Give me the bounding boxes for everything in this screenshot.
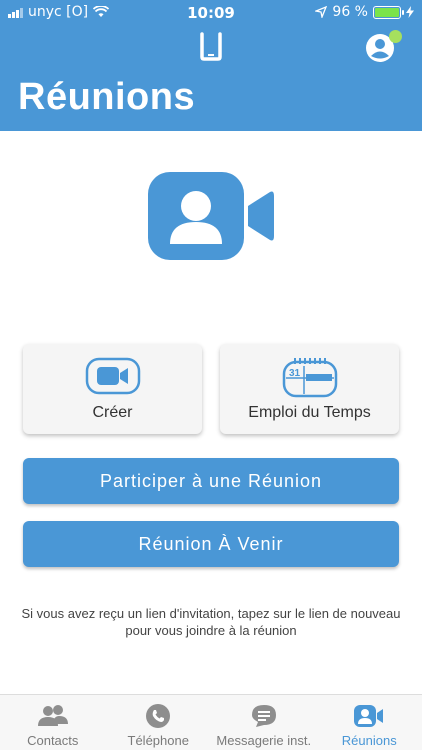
video-meeting-illustration-icon [148, 172, 274, 260]
tab-label: Téléphone [127, 733, 189, 748]
profile-button[interactable] [364, 30, 402, 64]
meeting-icon [354, 705, 384, 727]
tab-bar: Contacts Téléphone Messagerie inst. Réun… [0, 694, 422, 750]
tab-messaging[interactable]: Messagerie inst. [211, 695, 317, 750]
online-status-dot [389, 30, 402, 43]
video-camera-icon [85, 357, 140, 395]
tab-label: Messagerie inst. [216, 733, 312, 748]
page-title: Réunions [18, 76, 196, 118]
join-meeting-button[interactable]: Participer à une Réunion [23, 458, 399, 504]
header-bar: unyc [O] 10:09 96 % Réunions [0, 0, 422, 131]
upcoming-meeting-button[interactable]: Réunion À Venir [23, 521, 399, 567]
battery-icon [373, 5, 404, 19]
tab-telephone[interactable]: Téléphone [106, 695, 212, 750]
app-logo-icon [200, 32, 222, 61]
contacts-icon [37, 705, 68, 726]
schedule-label: Emploi du Temps [248, 404, 371, 421]
calendar-day-number: 31 [289, 368, 301, 379]
invitation-hint: Si vous avez reçu un lien d'invitation, … [21, 606, 401, 638]
tab-contacts[interactable]: Contacts [0, 695, 106, 750]
battery-percent: 96 % [332, 4, 368, 20]
calendar-icon: 31 [282, 358, 337, 398]
tab-label: Réunions [341, 733, 397, 748]
create-meeting-card[interactable]: Créer [23, 344, 202, 434]
chat-icon [251, 705, 276, 727]
status-bar: unyc [O] 10:09 96 % [0, 3, 422, 23]
phone-icon [146, 704, 171, 728]
tab-label: Contacts [27, 733, 79, 748]
status-right: 96 % [315, 4, 414, 20]
location-arrow-icon [315, 6, 328, 18]
create-label: Créer [92, 404, 133, 421]
schedule-card[interactable]: 31 Emploi du Temps [220, 344, 399, 434]
charging-icon [406, 6, 414, 18]
tab-meetings[interactable]: Réunions [317, 695, 422, 750]
